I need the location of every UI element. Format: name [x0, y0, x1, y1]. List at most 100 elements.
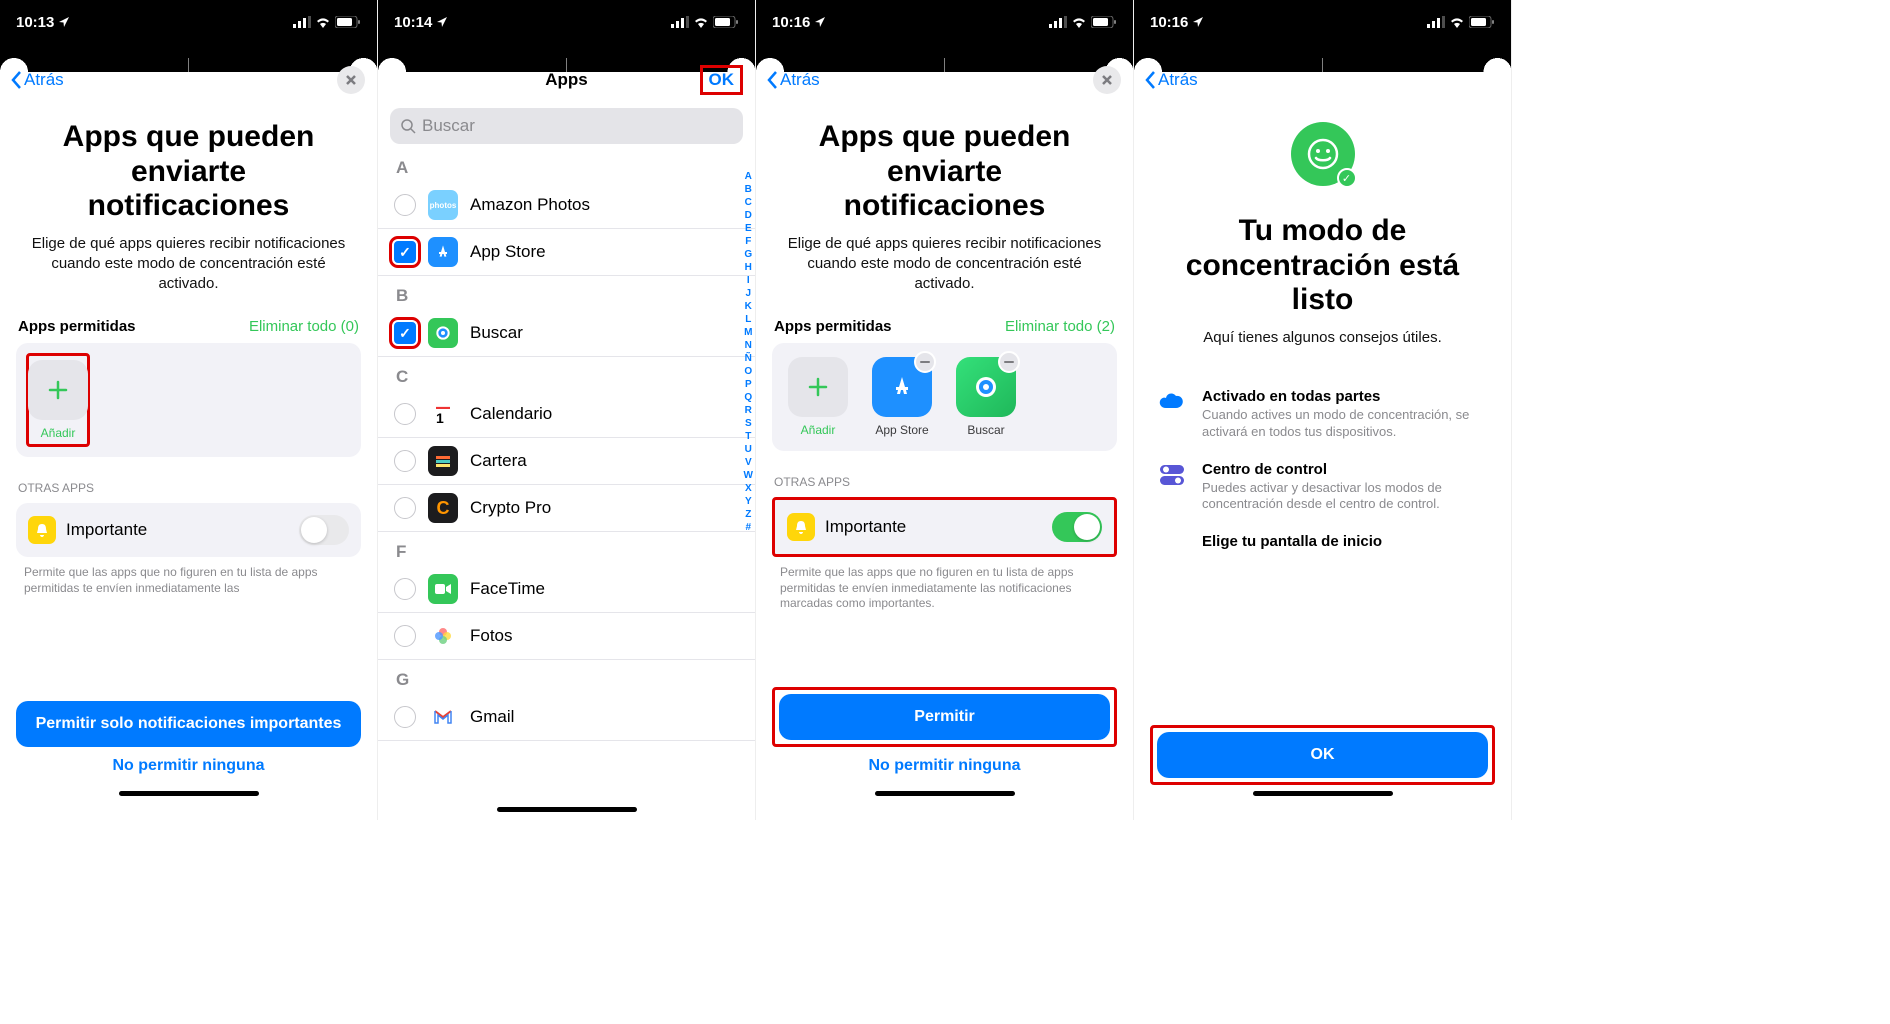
add-app-button[interactable]: Añadir — [26, 353, 90, 447]
list-row[interactable]: photos Amazon Photos — [378, 182, 755, 229]
list-row[interactable]: Fotos — [378, 613, 755, 660]
screen-2: 10:14 Apps OK Buscar AphotosAmazon Photo… — [378, 0, 756, 820]
index-letter[interactable]: I — [744, 274, 753, 287]
index-letter[interactable]: N — [744, 339, 753, 352]
close-button[interactable] — [1093, 66, 1121, 94]
index-letter[interactable]: J — [744, 287, 753, 300]
importante-row[interactable]: Importante — [16, 503, 361, 557]
list-row[interactable]: Buscar — [378, 310, 755, 357]
index-letter[interactable]: R — [744, 404, 753, 417]
other-apps-header: OTRAS APPS — [0, 457, 377, 503]
location-arrow-icon — [436, 16, 448, 28]
app-icon — [428, 237, 458, 267]
battery-icon — [335, 16, 361, 28]
status-bar: 10:16 — [756, 0, 1133, 44]
index-letter[interactable]: W — [744, 469, 753, 482]
app-name: FaceTime — [470, 579, 545, 599]
remove-app-button[interactable] — [998, 351, 1020, 373]
index-letter[interactable]: C — [744, 196, 753, 209]
app-name: Amazon Photos — [470, 195, 590, 215]
index-letter[interactable]: E — [744, 222, 753, 235]
list-row[interactable]: CCrypto Pro — [378, 485, 755, 532]
other-apps-header: OTRAS APPS — [756, 451, 1133, 497]
list-row[interactable]: Gmail — [378, 694, 755, 741]
checkbox[interactable] — [394, 403, 416, 425]
ok-button[interactable]: OK — [700, 65, 744, 95]
checkbox[interactable] — [394, 322, 416, 344]
importante-toggle[interactable] — [299, 515, 349, 545]
status-bar: 10:16 — [1134, 0, 1511, 44]
back-button[interactable]: Atrás — [1144, 70, 1198, 90]
list-row[interactable]: Cartera — [378, 438, 755, 485]
primary-button[interactable]: Permitir solo notificaciones importantes — [16, 701, 361, 747]
screen-3: 10:16 Atrás Apps que pueden enviarte not… — [756, 0, 1134, 820]
importante-row[interactable]: Importante — [772, 497, 1117, 557]
search-input[interactable]: Buscar — [390, 108, 743, 144]
delete-all-button[interactable]: Eliminar todo (0) — [249, 318, 359, 335]
index-letter[interactable]: U — [744, 443, 753, 456]
index-letter[interactable]: S — [744, 417, 753, 430]
secondary-button[interactable]: No permitir ninguna — [772, 747, 1117, 785]
index-letter[interactable]: O — [744, 365, 753, 378]
checkbox[interactable] — [394, 497, 416, 519]
page-description: Elige de qué apps quieres recibir notifi… — [756, 234, 1133, 295]
close-button[interactable] — [337, 66, 365, 94]
index-letter[interactable]: H — [744, 261, 753, 274]
signal-icon — [293, 16, 311, 28]
index-letter[interactable]: # — [744, 521, 753, 534]
index-letter[interactable]: L — [744, 313, 753, 326]
index-letter[interactable]: B — [744, 183, 753, 196]
list-row[interactable]: FaceTime — [378, 566, 755, 613]
home-indicator — [1253, 791, 1393, 796]
list-row[interactable]: ▬▬1Calendario — [378, 391, 755, 438]
checkbox[interactable] — [394, 450, 416, 472]
nav-bar: Atrás — [0, 58, 377, 102]
checkbox[interactable] — [394, 706, 416, 728]
cloud-icon — [1156, 390, 1188, 410]
checkbox[interactable] — [394, 241, 416, 263]
clock: 10:16 — [772, 14, 810, 31]
index-letter[interactable]: P — [744, 378, 753, 391]
smiley-icon — [1306, 137, 1340, 171]
delete-all-button[interactable]: Eliminar todo (2) — [1005, 318, 1115, 335]
app-icon: photos — [428, 190, 458, 220]
index-letter[interactable]: X — [744, 482, 753, 495]
index-letter[interactable]: A — [744, 170, 753, 183]
allowed-app-buscar[interactable]: Buscar — [954, 357, 1018, 437]
index-letter[interactable]: G — [744, 248, 753, 261]
window-corner-mask — [0, 44, 377, 58]
wifi-icon — [1449, 16, 1465, 28]
checkbox[interactable] — [394, 625, 416, 647]
list-row[interactable]: App Store — [378, 229, 755, 276]
checkbox[interactable] — [394, 578, 416, 600]
index-letter[interactable]: F — [744, 235, 753, 248]
index-letter[interactable]: K — [744, 300, 753, 313]
back-button[interactable]: Atrás — [10, 70, 64, 90]
list-section-header: G — [378, 660, 755, 694]
index-letter[interactable]: Ñ — [744, 352, 753, 365]
primary-button[interactable]: Permitir — [779, 694, 1110, 740]
ok-button[interactable]: OK — [1157, 732, 1488, 778]
allowed-app-appstore[interactable]: App Store — [870, 357, 934, 437]
checkbox[interactable] — [394, 194, 416, 216]
index-letter[interactable]: V — [744, 456, 753, 469]
search-placeholder: Buscar — [422, 116, 475, 136]
index-letter[interactable]: D — [744, 209, 753, 222]
index-letter[interactable]: Z — [744, 508, 753, 521]
index-letter[interactable]: Q — [744, 391, 753, 404]
secondary-button[interactable]: No permitir ninguna — [16, 747, 361, 785]
back-label: Atrás — [24, 70, 64, 90]
app-icon — [428, 702, 458, 732]
screen-4: 10:16 Atrás ✓ Tu modo de concentración e… — [1134, 0, 1512, 820]
back-button[interactable]: Atrás — [766, 70, 820, 90]
add-app-button[interactable]: Añadir — [786, 357, 850, 437]
index-letter[interactable]: T — [744, 430, 753, 443]
hero-smiley-icon: ✓ — [1291, 122, 1355, 186]
importante-toggle[interactable] — [1052, 512, 1102, 542]
index-letter[interactable]: Y — [744, 495, 753, 508]
remove-app-button[interactable] — [914, 351, 936, 373]
tip-title: Centro de control — [1202, 461, 1489, 478]
apps-allowed-header: Apps permitidas Eliminar todo (2) — [756, 294, 1133, 343]
alpha-index[interactable]: ABCDEFGHIJKLMNÑOPQRSTUVWXYZ# — [744, 170, 753, 534]
index-letter[interactable]: M — [744, 326, 753, 339]
